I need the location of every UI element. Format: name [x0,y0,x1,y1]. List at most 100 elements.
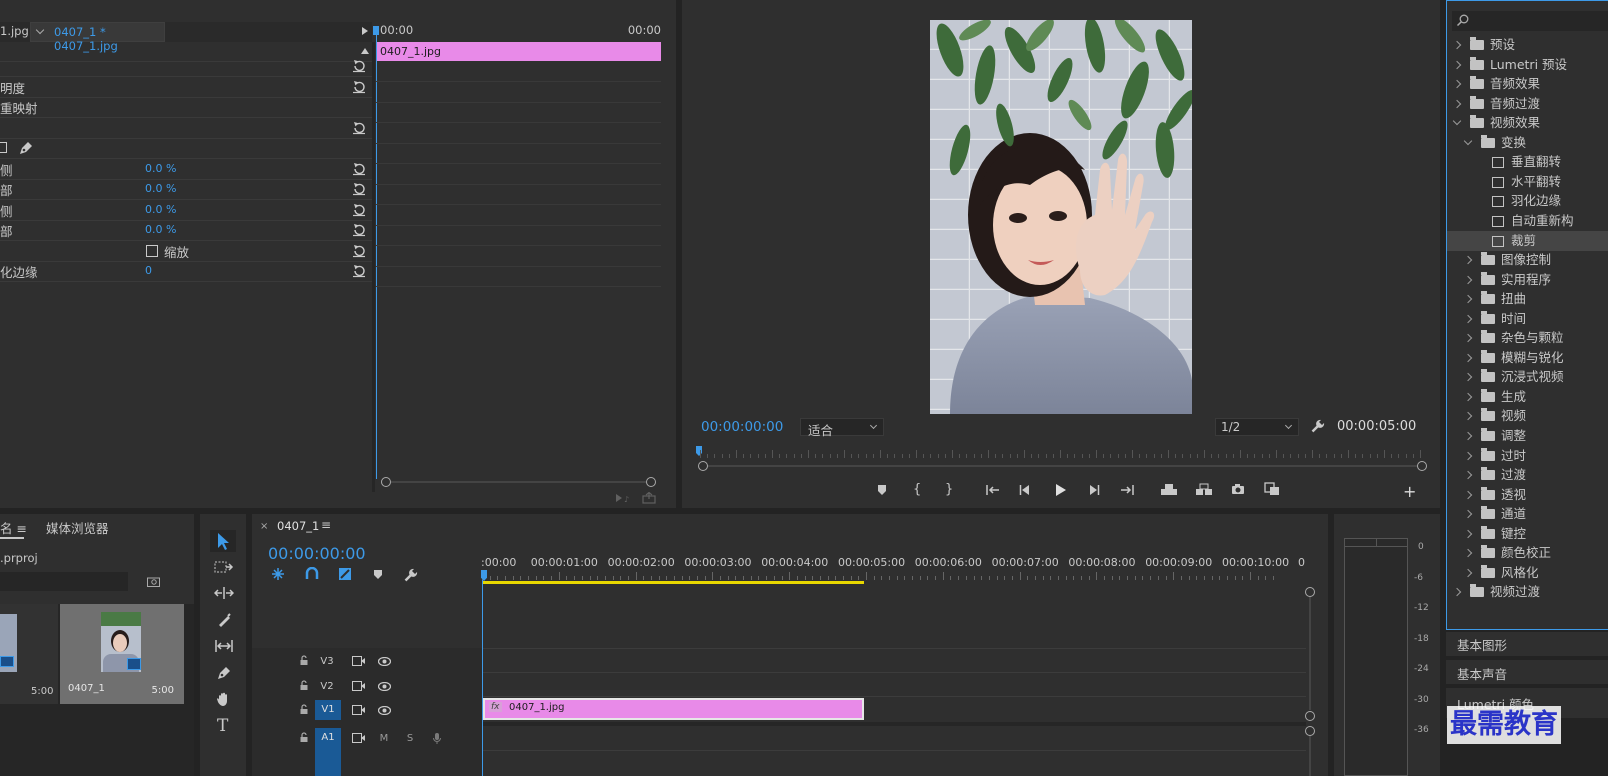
mask-pen-icon[interactable] [18,140,34,156]
project-thumb-1[interactable]: 5:00 [0,604,58,704]
reset-icon[interactable] [352,59,366,73]
new-search-bin-icon[interactable] [147,576,160,587]
project-thumb-2[interactable]: 0407_1 5:00 [60,604,184,704]
lock-icon[interactable] [299,732,309,743]
mute-button[interactable]: M [378,733,390,744]
eye-icon[interactable] [378,706,391,715]
chevron-down-icon[interactable] [1463,136,1473,145]
audio-tracks-scrollbar[interactable] [1305,726,1315,776]
track-v1-label[interactable]: V1 [315,700,341,720]
chevron-right-icon[interactable] [1463,451,1473,460]
video-audio-divider[interactable] [482,722,1306,726]
eye-icon[interactable] [378,657,391,666]
effect-folder[interactable]: 图像控制 [1447,250,1608,270]
ec-clip-bar[interactable]: 0407_1.jpg [376,42,661,61]
chevron-right-icon[interactable] [1463,373,1473,382]
mark-in-icon[interactable]: { [913,482,921,497]
chevron-right-icon[interactable] [1463,334,1473,343]
chevron-right-icon[interactable] [1463,529,1473,538]
effect-folder[interactable]: 沉浸式视频 [1447,367,1608,387]
export-frame-icon[interactable] [1231,483,1245,495]
timeline-clip[interactable]: fx 0407_1.jpg [483,698,864,720]
export-icon[interactable] [642,492,656,504]
chevron-right-icon[interactable] [1452,40,1462,50]
effect-folder[interactable]: 变换 [1447,133,1608,153]
reset-icon[interactable] [352,264,366,278]
effect-folder[interactable]: 扭曲 [1447,289,1608,309]
step-forward-icon[interactable] [1088,484,1100,496]
lift-icon[interactable] [1160,483,1178,496]
eye-icon[interactable] [378,682,391,691]
track-v3-label[interactable]: V3 [314,656,340,667]
property-value[interactable]: 0 [145,264,152,277]
chevron-right-icon[interactable] [1463,490,1473,499]
sequence-tab[interactable]: 0407_1 [277,519,319,533]
ripple-edit-tool-icon[interactable] [214,586,234,600]
go-to-in-icon[interactable] [986,484,1000,496]
close-tab-icon[interactable]: × [260,521,268,532]
lock-icon[interactable] [299,655,309,666]
effect-folder[interactable]: 实用程序 [1447,270,1608,290]
project-search-input[interactable] [0,572,128,591]
effect-folder[interactable]: 键控 [1447,524,1608,544]
track-select-tool-icon[interactable] [214,560,234,574]
add-marker-icon[interactable] [877,484,887,496]
chevron-right-icon[interactable] [1463,568,1473,578]
step-back-icon[interactable] [1019,484,1031,496]
effect-item[interactable]: 羽化边缘 [1447,191,1608,211]
effect-folder[interactable]: 透视 [1447,485,1608,505]
reset-icon[interactable] [352,182,366,196]
effect-folder[interactable]: 模糊与锐化 [1447,348,1608,368]
hand-tool-icon[interactable] [216,691,232,707]
effect-folder[interactable]: 颜色校正 [1447,543,1608,563]
effect-folder[interactable]: 过渡 [1447,465,1608,485]
program-video-frame[interactable] [930,20,1192,414]
chevron-right-icon[interactable] [1463,255,1473,265]
slip-tool-icon[interactable] [214,639,234,653]
lock-icon[interactable] [299,680,309,691]
go-to-out-icon[interactable] [1120,484,1134,496]
reset-icon[interactable] [352,223,366,237]
lock-icon[interactable] [299,704,309,715]
effect-folder[interactable]: 风格化 [1447,563,1608,583]
ec-playhead-handle[interactable] [373,26,379,35]
property-value[interactable]: 0.0 % [145,223,176,236]
timeline-timecode[interactable]: 00:00:00:00 [268,544,366,563]
chevron-right-icon[interactable] [1463,294,1473,304]
effect-folder[interactable]: 视频效果 [1447,113,1608,133]
fit-dropdown[interactable]: 适合 [800,418,884,438]
property-value[interactable]: 0.0 % [145,182,176,195]
zoom-checkbox[interactable] [146,245,158,257]
chevron-right-icon[interactable] [1452,60,1462,69]
effect-folder[interactable]: 音频效果 [1447,74,1608,94]
expand-right-icon[interactable] [362,27,368,35]
chevron-right-icon[interactable] [1452,79,1462,89]
effect-folder[interactable]: 调整 [1447,426,1608,446]
chevron-right-icon[interactable] [1463,353,1473,363]
type-tool-icon[interactable]: T [217,716,228,736]
effects-search-input[interactable] [1452,11,1608,31]
add-marker-icon[interactable] [373,569,383,580]
wrench-icon[interactable] [1311,419,1325,433]
effect-folder[interactable]: 时间 [1447,309,1608,329]
track-v2-label[interactable]: V2 [314,681,340,692]
track-a1-label[interactable]: A1 [315,728,341,776]
effect-folder[interactable]: 视频过渡 [1447,582,1608,602]
menu-icon[interactable]: ≡ [17,521,27,536]
chevron-right-icon[interactable] [1463,314,1473,323]
extract-icon[interactable] [1195,483,1213,496]
basic-sound-panel[interactable]: 基本声音 [1446,660,1608,684]
chevron-right-icon[interactable] [1463,470,1473,480]
effect-folder[interactable]: 视频 [1447,406,1608,426]
toggle-sync-icon[interactable] [352,656,365,666]
chevron-right-icon[interactable] [1463,431,1473,441]
chevron-right-icon[interactable] [1463,412,1473,421]
razor-tool-icon[interactable] [216,612,232,628]
reset-icon[interactable] [352,244,366,258]
selection-tool-icon[interactable] [210,530,236,552]
effect-folder[interactable]: 生成 [1447,387,1608,407]
play-audio-icon[interactable]: ♪ [615,493,631,503]
microphone-icon[interactable] [432,732,442,745]
play-icon[interactable] [1055,483,1067,497]
reset-icon[interactable] [352,162,366,176]
